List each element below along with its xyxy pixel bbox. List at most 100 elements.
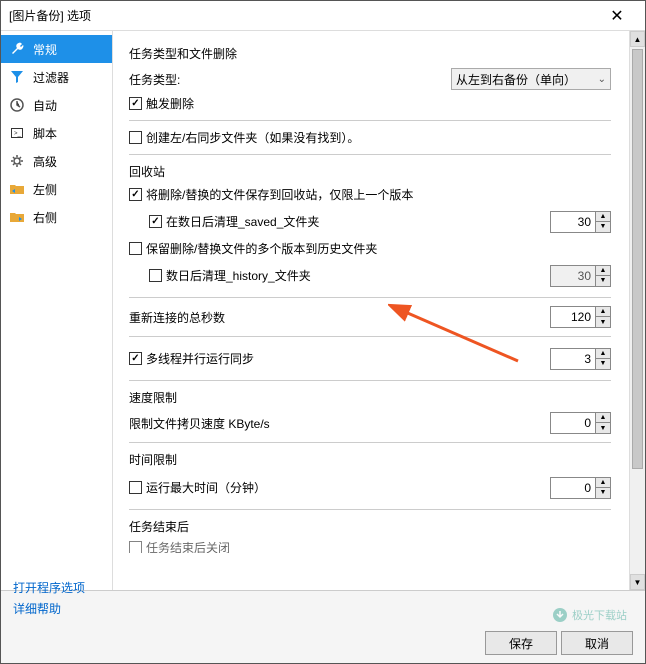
keep-versions-row[interactable]: 保留删除/替换文件的多个版本到历史文件夹: [129, 240, 611, 257]
checkbox-label: 在数日后清理_saved_文件夹: [166, 213, 319, 230]
spinner-up[interactable]: ▲: [596, 478, 610, 488]
multithread-spinner[interactable]: ▲▼: [550, 348, 611, 370]
spinner-input[interactable]: [551, 478, 595, 498]
spinner-up[interactable]: ▲: [596, 349, 610, 359]
spinner-input: [551, 266, 595, 286]
checkbox-create-folders[interactable]: [129, 131, 142, 144]
clean-history-days-spinner: ▲▼: [550, 265, 611, 287]
scrollbar-thumb[interactable]: [632, 49, 643, 469]
dialog-body: 常规 过滤器 自动 >_ 脚本 高级 左侧: [1, 31, 645, 590]
sidebar-item-filter[interactable]: 过滤器: [1, 63, 112, 91]
spinner-down: ▼: [596, 276, 610, 286]
detailed-help-link[interactable]: 详细帮助: [13, 600, 85, 617]
section-title: 任务结束后: [129, 518, 611, 535]
save-deleted-row[interactable]: 将删除/替换的文件保存到回收站，仅限上一个版本: [129, 186, 611, 203]
checkbox-label: 保留删除/替换文件的多个版本到历史文件夹: [146, 240, 377, 257]
footer-buttons: 保存 取消: [13, 631, 633, 655]
sidebar-item-advanced[interactable]: 高级: [1, 147, 112, 175]
footer-links: 打开程序选项 详细帮助: [13, 575, 85, 621]
sidebar: 常规 过滤器 自动 >_ 脚本 高级 左侧: [1, 31, 113, 590]
time-limit-spinner[interactable]: ▲▼: [550, 477, 611, 499]
sidebar-item-left[interactable]: 左侧: [1, 175, 112, 203]
spinner-down[interactable]: ▼: [596, 488, 610, 498]
clean-history-row: 数日后清理_history_文件夹 ▲▼: [129, 262, 611, 289]
checkbox-multithread[interactable]: [129, 352, 142, 365]
section-title: 时间限制: [129, 451, 611, 468]
content-pane: ▲ ▼ 任务类型和文件删除 任务类型: 从左到右备份（单向） ⌄ 触发删除 创建: [113, 31, 645, 590]
spinner-down[interactable]: ▼: [596, 359, 610, 369]
trigger-delete-row[interactable]: 触发删除: [129, 95, 611, 112]
divider: [129, 380, 611, 381]
spinner-input[interactable]: [551, 307, 595, 327]
clean-history-checkbox-row[interactable]: 数日后清理_history_文件夹: [149, 267, 550, 284]
sidebar-item-label: 右侧: [33, 209, 57, 226]
checkbox-label: 多线程并行运行同步: [146, 350, 254, 367]
sidebar-item-general[interactable]: 常规: [1, 35, 112, 63]
multithread-checkbox-row[interactable]: 多线程并行运行同步: [129, 350, 550, 367]
spinner-up[interactable]: ▲: [596, 212, 610, 222]
checkbox-clean-saved[interactable]: [149, 215, 162, 228]
spinner-down[interactable]: ▼: [596, 222, 610, 232]
sidebar-item-script[interactable]: >_ 脚本: [1, 119, 112, 147]
checkbox-label: 创建左/右同步文件夹（如果没有找到）。: [146, 129, 359, 146]
section-title: 回收站: [129, 163, 611, 180]
checkbox-label: 数日后清理_history_文件夹: [166, 267, 311, 284]
folder-left-icon: [9, 181, 25, 197]
spinner-up[interactable]: ▲: [596, 307, 610, 317]
dialog-window: [图片备份] 选项 ✕ 常规 过滤器 自动 >_ 脚本 高级: [0, 0, 646, 664]
checkbox-trigger-delete[interactable]: [129, 97, 142, 110]
sidebar-item-label: 高级: [33, 153, 57, 170]
spinner-input[interactable]: [551, 413, 595, 433]
divider: [129, 336, 611, 337]
checkbox-save-deleted[interactable]: [129, 188, 142, 201]
spinner-down[interactable]: ▼: [596, 317, 610, 327]
funnel-icon: [9, 69, 25, 85]
checkbox-label: 运行最大时间（分钟）: [146, 479, 266, 496]
reconnect-spinner[interactable]: ▲▼: [550, 306, 611, 328]
task-type-label: 任务类型:: [129, 71, 451, 88]
spinner-up: ▲: [596, 266, 610, 276]
end-close-row[interactable]: 任务结束后关闭: [129, 541, 611, 553]
checkbox-label: 触发删除: [146, 95, 194, 112]
checkbox-time-limit[interactable]: [129, 481, 142, 494]
sidebar-item-auto[interactable]: 自动: [1, 91, 112, 119]
scrollbar[interactable]: ▲ ▼: [629, 31, 645, 590]
checkbox-label: 任务结束后关闭: [146, 541, 230, 553]
speed-limit-spinner[interactable]: ▲▼: [550, 412, 611, 434]
gear-icon: [9, 153, 25, 169]
sidebar-item-label: 左侧: [33, 181, 57, 198]
wrench-icon: [9, 41, 25, 57]
titlebar: [图片备份] 选项 ✕: [1, 1, 645, 31]
create-folders-row[interactable]: 创建左/右同步文件夹（如果没有找到）。: [129, 129, 611, 146]
checkbox-keep-versions[interactable]: [129, 242, 142, 255]
sidebar-item-label: 脚本: [33, 125, 57, 142]
speed-limit-label: 限制文件拷贝速度 KByte/s: [129, 415, 550, 432]
sidebar-item-label: 自动: [33, 97, 57, 114]
sidebar-item-right[interactable]: 右侧: [1, 203, 112, 231]
spinner-down[interactable]: ▼: [596, 423, 610, 433]
spinner-input[interactable]: [551, 212, 595, 232]
spinner-up[interactable]: ▲: [596, 413, 610, 423]
clean-saved-row: 在数日后清理_saved_文件夹 ▲▼: [129, 208, 611, 235]
clock-icon: [9, 97, 25, 113]
footer: 打开程序选项 详细帮助 极光下载站 保存 取消: [1, 590, 645, 663]
scroll-up-button[interactable]: ▲: [630, 31, 645, 47]
checkbox-label: 将删除/替换的文件保存到回收站，仅限上一个版本: [146, 186, 413, 203]
divider: [129, 297, 611, 298]
open-program-options-link[interactable]: 打开程序选项: [13, 579, 85, 596]
task-type-dropdown[interactable]: 从左到右备份（单向） ⌄: [451, 68, 611, 90]
time-limit-checkbox-row[interactable]: 运行最大时间（分钟）: [129, 479, 550, 496]
checkbox-clean-history[interactable]: [149, 269, 162, 282]
scroll-down-button[interactable]: ▼: [630, 574, 645, 590]
divider: [129, 442, 611, 443]
spinner-input[interactable]: [551, 349, 595, 369]
close-button[interactable]: ✕: [597, 1, 637, 31]
clean-saved-checkbox-row[interactable]: 在数日后清理_saved_文件夹: [149, 213, 550, 230]
reconnect-row: 重新连接的总秒数 ▲▼: [129, 306, 611, 328]
save-button[interactable]: 保存: [485, 631, 557, 655]
cancel-button[interactable]: 取消: [561, 631, 633, 655]
section-title: 任务类型和文件删除: [129, 45, 611, 62]
checkbox-end-close[interactable]: [129, 541, 142, 553]
watermark: 极光下载站: [552, 607, 627, 623]
clean-saved-days-spinner[interactable]: ▲▼: [550, 211, 611, 233]
